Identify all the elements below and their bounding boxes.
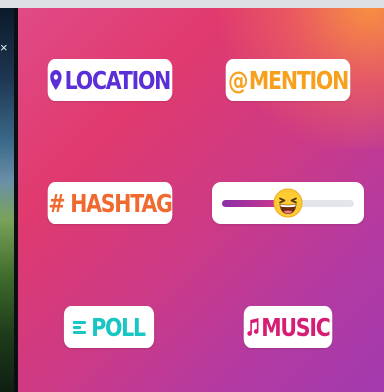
grinning-squinting-face-icon[interactable] <box>273 188 303 218</box>
location-pin-icon <box>49 70 62 90</box>
mention-sticker[interactable]: @ MENTION <box>225 59 351 101</box>
music-sticker[interactable]: MUSIC <box>243 306 333 348</box>
emoji-slider-sticker[interactable] <box>212 182 364 224</box>
close-icon[interactable]: × <box>0 41 10 55</box>
sticker-tray: LOCATION @ MENTION # HASHTAG POLL MUSIC <box>18 8 384 392</box>
hashtag-sticker[interactable]: # HASHTAG <box>47 182 173 224</box>
location-label: LOCATION <box>64 65 172 95</box>
music-label: MUSIC <box>261 312 331 342</box>
poll-sticker[interactable]: POLL <box>63 306 155 348</box>
music-note-icon <box>247 318 259 336</box>
location-sticker[interactable]: LOCATION <box>47 59 173 101</box>
at-sign: @ <box>227 65 248 95</box>
hashtag-label: # HASHTAG <box>48 188 173 218</box>
mention-label: MENTION <box>248 65 349 95</box>
poll-label: POLL <box>91 312 146 342</box>
poll-lines-icon <box>73 319 87 335</box>
